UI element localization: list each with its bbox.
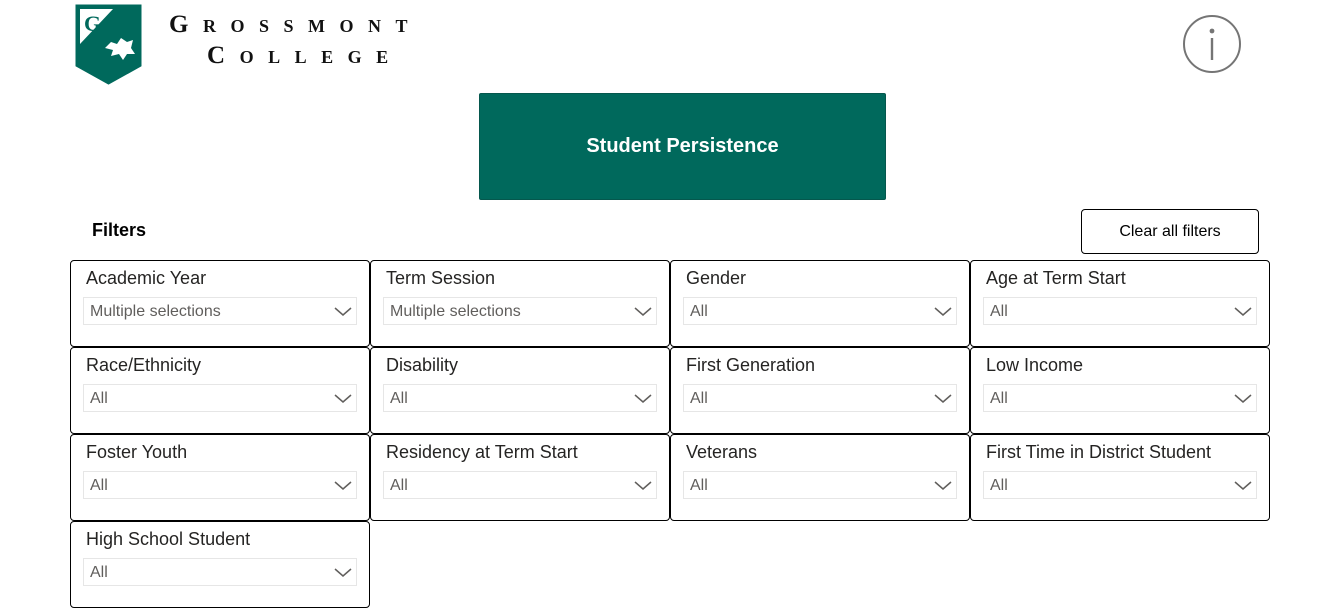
veterans-dropdown[interactable]: All [683,471,957,499]
dropdown-value: All [390,390,408,407]
dropdown-value: All [90,477,108,494]
chevron-down-icon [934,394,952,403]
clear-all-filters-label: Clear all filters [1119,222,1221,240]
clear-all-filters-button[interactable]: Clear all filters [1081,209,1259,254]
college-name-line2: COLLEGE [207,42,403,69]
chevron-down-icon [934,307,952,316]
slicer-title: Age at Term Start [986,268,1126,288]
race-ethnicity-dropdown[interactable]: All [83,384,357,412]
academic-year-dropdown[interactable]: Multiple selections [83,297,357,325]
slicer-title: Low Income [986,355,1084,375]
low-income-dropdown[interactable]: All [983,384,1257,412]
first-generation-dropdown[interactable]: All [683,384,957,412]
slicer-academic-year: Academic Year Multiple selections [70,260,370,347]
age-at-term-start-dropdown[interactable]: All [983,297,1257,325]
slicer-race-ethnicity: Race/Ethnicity All [70,347,370,434]
chevron-down-icon [334,307,352,316]
first-time-in-district-student-dropdown[interactable]: All [983,471,1257,499]
gender-dropdown[interactable]: All [683,297,957,325]
slicer-foster-youth: Foster Youth All [70,434,370,521]
slicer-title: First Generation [686,355,816,375]
chevron-down-icon [934,481,952,490]
student-persistence-label: Student Persistence [586,135,779,157]
slicer-title: Academic Year [86,268,207,288]
chevron-down-icon [334,481,352,490]
chevron-down-icon [1234,394,1252,403]
slicer-title: Foster Youth [86,442,188,462]
dropdown-value: All [90,390,108,407]
slicer-high-school-student: High School Student All [70,521,370,608]
dropdown-value: All [990,303,1008,320]
slicer-title: Residency at Term Start [386,442,578,462]
college-name: GROSSMONT COLLEGE [169,10,422,72]
college-logo: G GROSSMONT COLLEGE [75,4,455,86]
filters-heading: Filters [92,220,147,240]
student-persistence-button[interactable]: Student Persistence [479,93,886,200]
chevron-down-icon [1234,307,1252,316]
info-button[interactable] [1183,15,1241,73]
dropdown-value: All [390,477,408,494]
chevron-down-icon [634,481,652,490]
high-school-student-dropdown[interactable]: All [83,558,357,586]
slicer-veterans: Veterans All [670,434,970,521]
dropdown-value: Multiple selections [390,303,521,320]
chevron-down-icon [334,568,352,577]
chevron-down-icon [634,307,652,316]
chevron-down-icon [1234,481,1252,490]
slicer-first-time-in-district-student: First Time in District Student All [970,434,1270,521]
foster-youth-dropdown[interactable]: All [83,471,357,499]
chevron-down-icon [634,394,652,403]
chevron-down-icon [334,394,352,403]
slicer-term-session: Term Session Multiple selections [370,260,670,347]
slicer-first-generation: First Generation All [670,347,970,434]
residency-at-term-start-dropdown[interactable]: All [383,471,657,499]
dropdown-value: All [690,477,708,494]
slicer-age-at-term-start: Age at Term Start All [970,260,1270,347]
slicer-title: Term Session [386,268,496,288]
shield-logo-icon: G [75,4,142,85]
slicer-title: Race/Ethnicity [86,355,202,375]
dropdown-value: All [690,303,708,320]
slicer-disability: Disability All [370,347,670,434]
slicer-title: Gender [686,268,747,288]
slicer-gender: Gender All [670,260,970,347]
dropdown-value: Multiple selections [90,303,221,320]
slicer-title: Disability [386,355,459,375]
dropdown-value: All [690,390,708,407]
slicer-title: Veterans [686,442,758,462]
dropdown-value: All [990,477,1008,494]
college-name-line1: GROSSMONT [169,11,422,38]
dropdown-value: All [990,390,1008,407]
term-session-dropdown[interactable]: Multiple selections [383,297,657,325]
slicer-residency-at-term-start: Residency at Term Start All [370,434,670,521]
slicer-title: High School Student [86,529,251,549]
disability-dropdown[interactable]: All [383,384,657,412]
dropdown-value: All [90,564,108,581]
svg-text:G: G [84,11,101,36]
info-icon [1209,28,1215,60]
slicer-title: First Time in District Student [986,442,1212,462]
slicer-low-income: Low Income All [970,347,1270,434]
